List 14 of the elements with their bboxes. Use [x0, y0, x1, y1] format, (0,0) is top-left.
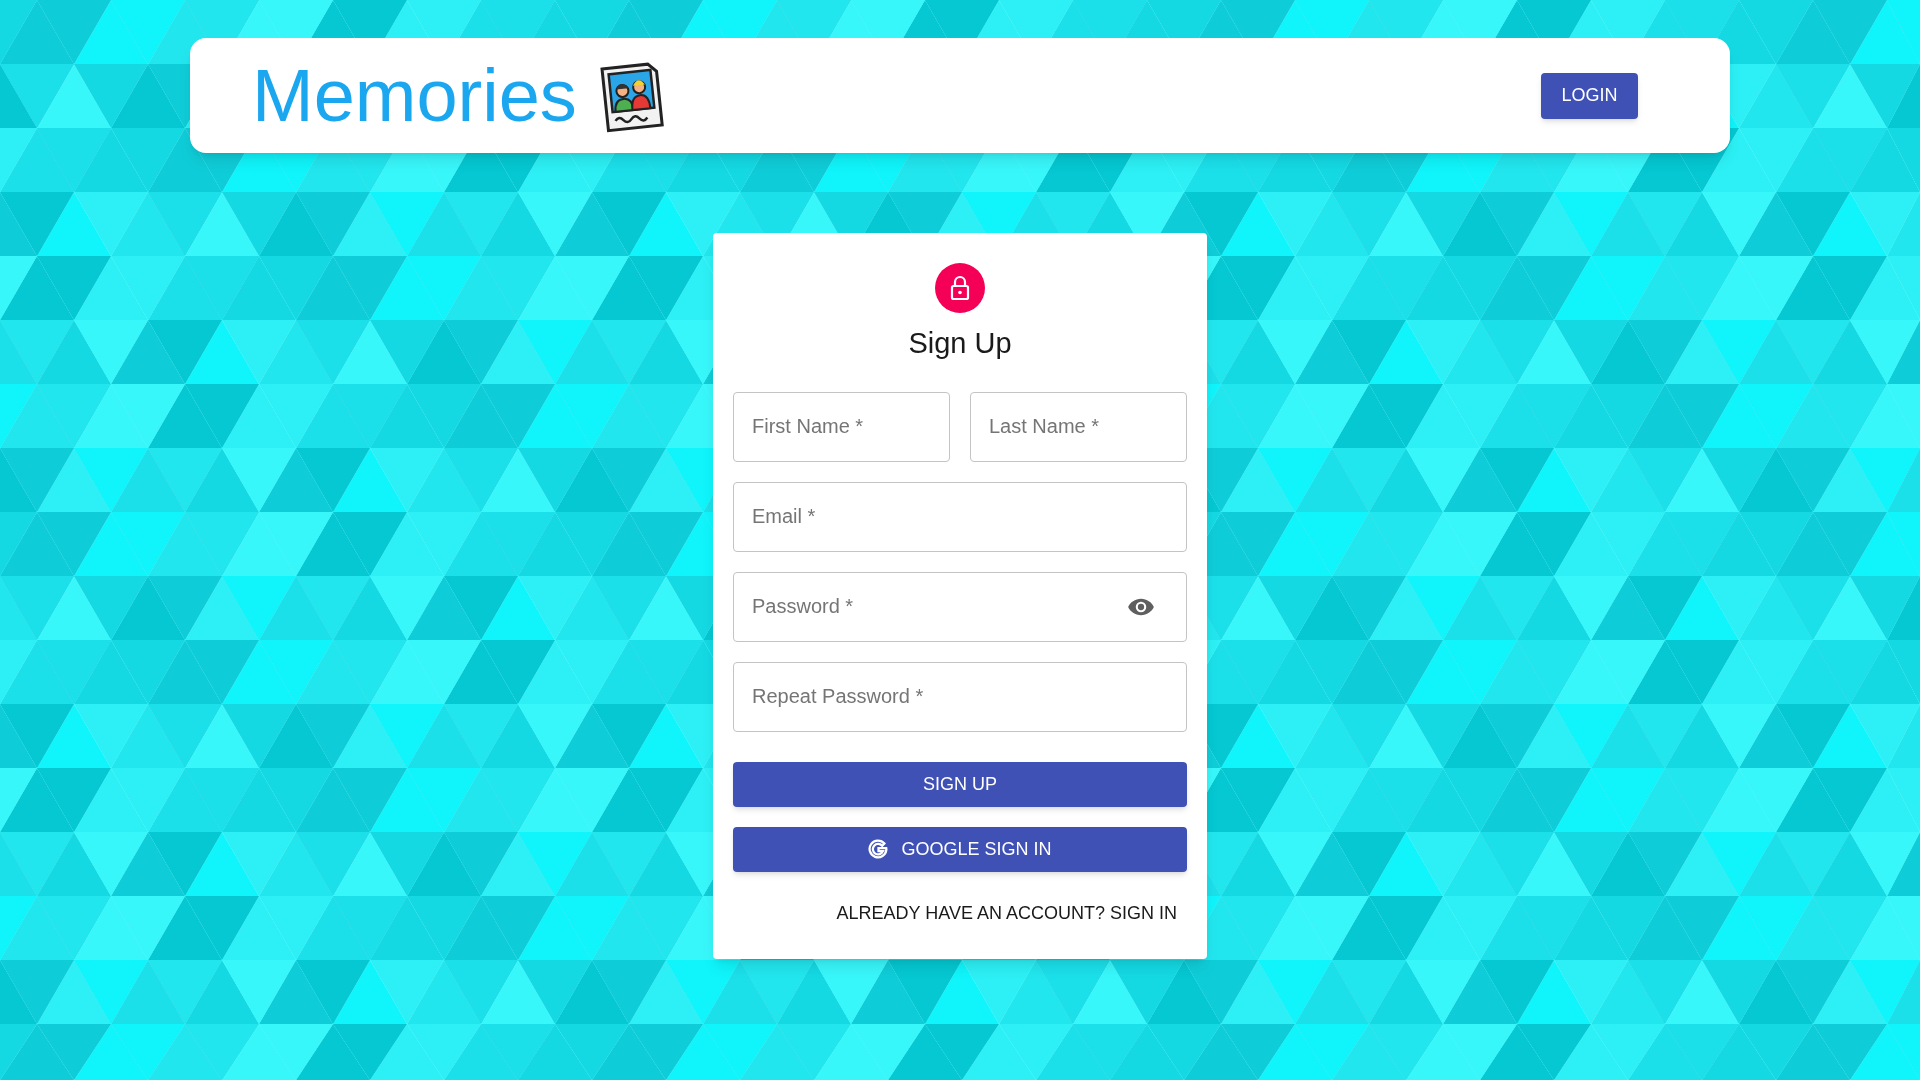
lock-icon — [935, 263, 985, 313]
input-field[interactable]: Repeat Password * — [733, 661, 1187, 732]
input-field[interactable]: First Name * — [733, 391, 950, 462]
input-field[interactable]: Password * — [733, 571, 1187, 642]
input-field[interactable]: Last Name * — [970, 391, 1187, 462]
eye-icon[interactable] — [1127, 596, 1155, 617]
google-icon — [868, 838, 890, 860]
form-title: Sign Up — [908, 326, 1012, 361]
sign-up-button[interactable]: SIGN UP — [733, 761, 1187, 807]
google-sign-in-button[interactable]: GOOGLE SIGN IN — [733, 826, 1187, 872]
input-field[interactable]: Email * — [733, 481, 1187, 552]
app-title: Memories — [252, 58, 577, 133]
sign-in-link[interactable]: ALREADY HAVE AN ACCOUNT? SIGN IN — [836, 899, 1177, 927]
login-button[interactable]: LOGIN — [1541, 72, 1638, 119]
